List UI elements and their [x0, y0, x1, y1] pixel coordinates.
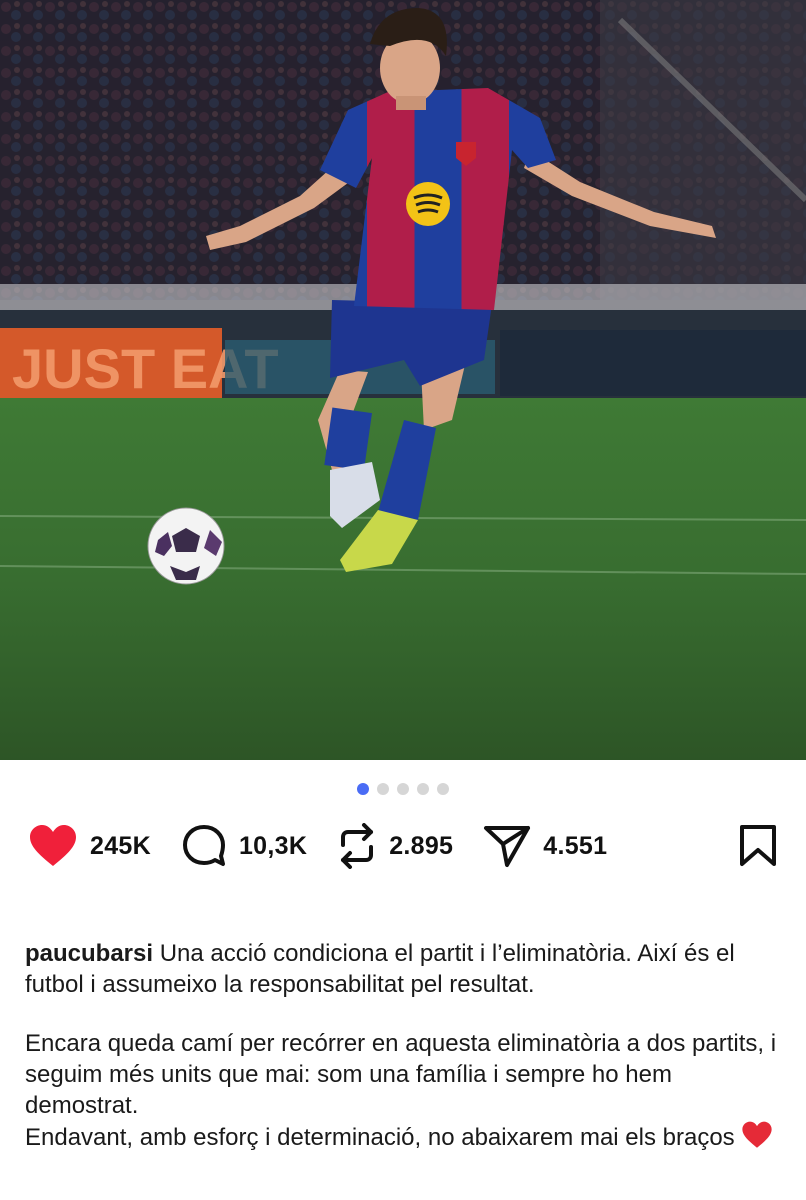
carousel-dot-3[interactable] [397, 783, 409, 795]
share-icon[interactable] [483, 824, 531, 868]
repost-icon[interactable] [337, 823, 377, 869]
repost-button[interactable]: 2.895 [337, 823, 453, 869]
comment-button[interactable]: 10,3K [181, 824, 307, 868]
share-button[interactable]: 4.551 [483, 824, 607, 868]
post-photo[interactable]: JUST EAT [0, 0, 806, 760]
football [147, 507, 225, 585]
carousel-indicator [0, 783, 806, 795]
post-actions-bar: 245K 10,3K 2.895 4.551 [28, 818, 778, 874]
post-caption: paucubarsi Una acció condiciona el parti… [25, 938, 785, 1157]
save-button[interactable] [738, 824, 778, 873]
carousel-dot-5[interactable] [437, 783, 449, 795]
comment-icon[interactable] [181, 824, 227, 868]
caption-paragraph-1: paucubarsi Una acció condiciona el parti… [25, 938, 785, 1000]
carousel-dot-4[interactable] [417, 783, 429, 795]
repost-count: 2.895 [389, 831, 454, 860]
carousel-dot-1[interactable] [357, 783, 369, 795]
heart-icon[interactable] [28, 824, 78, 868]
username-link[interactable]: paucubarsi [25, 940, 153, 967]
caption-text-3: Endavant, amb esforç i determinació, no … [25, 1124, 735, 1151]
share-count: 4.551 [543, 831, 608, 860]
comment-count: 10,3K [238, 831, 308, 860]
bookmark-icon[interactable] [738, 825, 778, 872]
red-heart-emoji [741, 1121, 773, 1157]
like-button[interactable]: 245K [28, 824, 151, 868]
caption-text-2: Encara queda camí per recórrer en aquest… [25, 1030, 777, 1119]
football-scene-image: JUST EAT [0, 0, 806, 760]
caption-paragraph-3: Endavant, amb esforç i determinació, no … [25, 1121, 785, 1157]
carousel-dot-2[interactable] [377, 783, 389, 795]
like-count: 245K [90, 831, 151, 860]
